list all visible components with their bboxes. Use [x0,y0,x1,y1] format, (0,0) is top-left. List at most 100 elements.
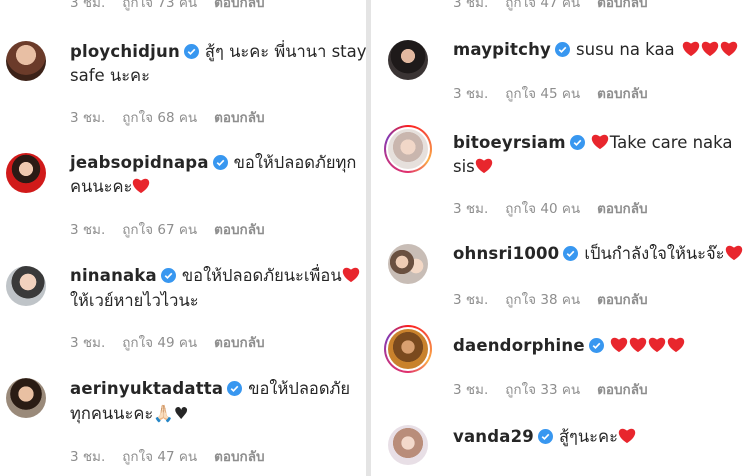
comment-text: สู้ๆ นะคะ พี่นานา stay [204,42,366,61]
comment-time: 3 ชม. [70,449,106,465]
comment-body: vanda29 สู้ๆนะคะ [453,425,637,449]
verified-badge-icon [563,246,579,261]
comment-text: ให้เวย์หายไวไวนะ [70,291,199,310]
avatar[interactable] [6,153,46,193]
like-count-button[interactable]: ถูกใจ 33 คน [505,382,580,398]
heart-emoji-icon [133,178,150,194]
comment-body: maypitchy susu na kaa [453,38,739,62]
comment-text: คนนะคะ [70,177,133,196]
avatar[interactable] [388,244,428,284]
comment-body-line2: คนนะคะ [70,175,151,199]
comment-body: aerinyuktadatta ขอให้ปลอดภัย [70,377,350,401]
comment-body: ploychidjun สู้ๆ นะคะ พี่นานา stay [70,40,366,64]
avatar[interactable] [388,425,428,465]
comment-username[interactable]: ninanaka [70,266,157,285]
heart-emoji-icon [342,267,359,283]
reply-button[interactable]: ตอบกลับ [214,222,264,238]
comment-text: ขอให้ปลอดภัยนะเพื่อน [181,266,342,285]
comment-text: sis [453,157,475,176]
reply-button[interactable]: ตอบกลับ [597,0,647,11]
comment-username[interactable]: bitoeyrsiam [453,133,566,152]
story-ring[interactable] [384,325,432,373]
heart-emoji-icon [720,41,737,57]
comment-username[interactable]: ploychidjun [70,42,180,61]
comment-text: Take care naka [609,133,733,152]
comment-body-line2: ทุกคนนะคะ🙏🏻♥ [70,402,189,426]
reply-button[interactable]: ตอบกลับ [214,0,264,11]
comment-time: 3 ชม. [453,0,489,11]
comment-time: 3 ชม. [453,86,489,102]
reply-button[interactable]: ตอบกลับ [214,449,264,465]
reply-button[interactable]: ตอบกลับ [214,335,264,351]
comment-time: 3 ชม. [70,110,106,126]
heart-emoji-icon [682,41,699,57]
comment-meta: 3 ชม. ถูกใจ 47 คน ตอบกลับ [70,445,282,467]
comment-text: susu na kaa [576,40,675,59]
comment-text: สู้ๆนะคะ [558,427,618,446]
reply-button[interactable]: ตอบกลับ [597,382,647,398]
verified-badge-icon [160,268,176,283]
heart-emoji-icon [475,158,492,174]
heart-emoji-icon [591,134,608,150]
comment-meta: 3 ชม. ถูกใจ 68 คน ตอบกลับ [70,106,282,128]
like-count-button[interactable]: ถูกใจ 45 คน [505,86,580,102]
like-count-button[interactable]: ถูกใจ 47 คน [505,0,580,11]
heart-emoji-icon [610,337,627,353]
comment-column-right: 3 ชม. ถูกใจ 47 คน ตอบกลับ maypitchy susu na… [371,0,750,476]
comment-text: ทุกคนนะคะ🙏🏻♥ [70,404,189,423]
reply-button[interactable]: ตอบกลับ [597,86,647,102]
comment-meta: 3 ชม. ถูกใจ 49 คน ตอบกลับ [70,331,282,353]
comment-body: ninanaka ขอให้ปลอดภัยนะเพื่อน [70,264,361,288]
verified-badge-icon [588,338,604,353]
comment-body: jeabsopidnapa ขอให้ปลอดภัยทุก [70,151,356,175]
comment-meta-partial: 3 ชม. ถูกใจ 47 คน ตอบกลับ [453,0,665,13]
like-count-button[interactable]: ถูกใจ 47 คน [122,449,197,465]
like-count-button[interactable]: ถูกใจ 40 คน [505,201,580,217]
comment-username[interactable]: daendorphine [453,336,585,355]
comment-text: ขอให้ปลอดภัย [248,379,351,398]
comment-username[interactable]: aerinyuktadatta [70,379,223,398]
verified-badge-icon [555,42,571,57]
comment-meta: 3 ชม. ถูกใจ 45 คน ตอบกลับ [453,82,665,104]
like-count-button[interactable]: ถูกใจ 67 คน [122,222,197,238]
comment-body-line2: safe นะคะ [70,64,150,88]
comment-column-left: 3 ชม. ถูกใจ 73 คน ตอบกลับ ploychidjun สู้ๆ … [0,0,366,476]
like-count-button[interactable]: ถูกใจ 73 คน [122,0,197,11]
comment-body: bitoeyrsiam Take care naka [453,131,733,155]
verified-badge-icon [227,381,243,396]
verified-badge-icon [537,429,553,444]
comment-time: 3 ชม. [70,222,106,238]
comment-body: ohnsri1000 เป็นกำลังใจให้นะจ๊ะ [453,242,744,266]
like-count-button[interactable]: ถูกใจ 68 คน [122,110,197,126]
comment-username[interactable]: maypitchy [453,40,551,59]
reply-button[interactable]: ตอบกลับ [597,201,647,217]
comment-time: 3 ชม. [453,292,489,308]
avatar[interactable] [6,378,46,418]
avatar[interactable] [388,40,428,80]
reply-button[interactable]: ตอบกลับ [214,110,264,126]
heart-emoji-icon [701,41,718,57]
comment-time: 3 ชม. [453,201,489,217]
heart-emoji-icon [618,428,636,444]
comment-meta: 3 ชม. ถูกใจ 67 คน ตอบกลับ [70,218,282,240]
avatar [388,129,428,169]
comment-time: 3 ชม. [453,382,489,398]
avatar[interactable] [6,266,46,306]
reply-button[interactable]: ตอบกลับ [597,292,647,308]
heart-emoji-icon [725,245,742,261]
comment-text: ขอให้ปลอดภัยทุก [233,153,357,172]
comment-meta: 3 ชม. ถูกใจ 40 คน ตอบกลับ [453,197,665,219]
comment-text: safe นะคะ [70,66,150,85]
comment-body-line2: sis [453,155,494,179]
comment-username[interactable]: jeabsopidnapa [70,153,209,172]
heart-emoji-icon [667,337,684,353]
story-ring[interactable] [384,125,432,173]
comment-body-line2: ให้เวย์หายไวไวนะ [70,289,199,313]
avatar[interactable] [6,41,46,81]
like-count-button[interactable]: ถูกใจ 49 คน [122,335,197,351]
comment-username[interactable]: vanda29 [453,427,534,446]
like-count-button[interactable]: ถูกใจ 38 คน [505,292,580,308]
comment-meta: 3 ชม. ถูกใจ 38 คน ตอบกลับ [453,288,665,310]
comment-body: daendorphine [453,334,686,358]
comment-username[interactable]: ohnsri1000 [453,244,559,263]
